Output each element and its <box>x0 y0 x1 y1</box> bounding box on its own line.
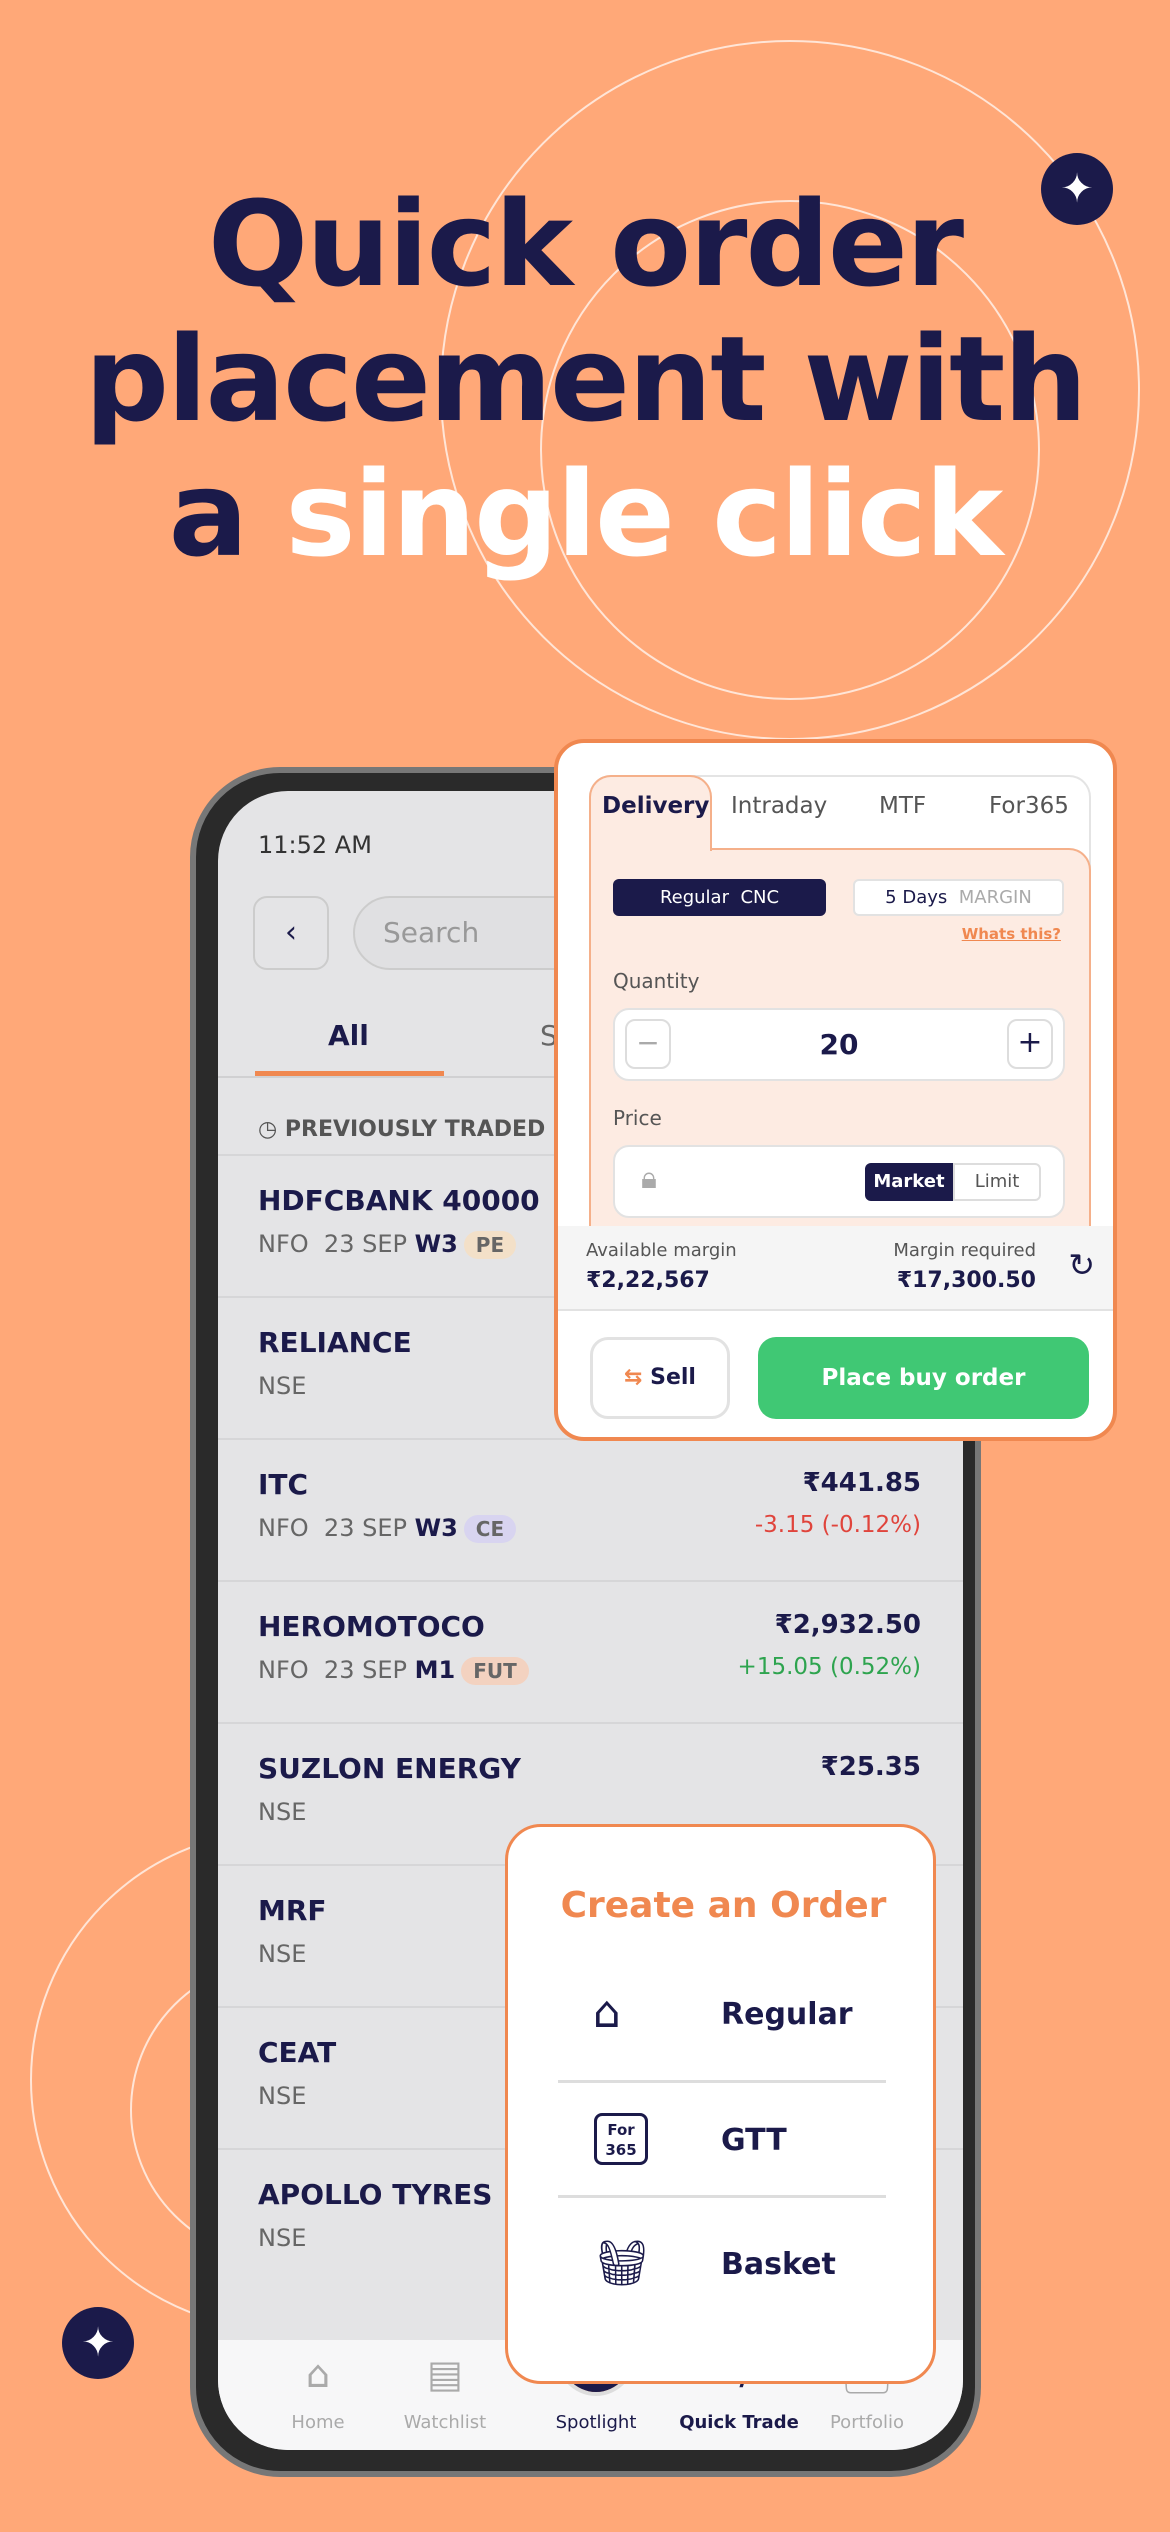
tab-mtf[interactable]: MTF <box>879 793 926 819</box>
whats-this-link[interactable]: Whats this? <box>962 925 1061 943</box>
create-order-title: Create an Order <box>560 1885 887 1926</box>
nav-watchlist[interactable]: Watchlist <box>404 2412 486 2433</box>
symbol: APOLLO TYRES <box>258 2178 493 2211</box>
refresh-icon[interactable]: ↻ <box>1068 1246 1095 1284</box>
symbol: HEROMOTOCO <box>258 1610 485 1643</box>
status-time: 11:52 AM <box>258 831 372 859</box>
symbol: HDFCBANK 40000 <box>258 1184 540 1217</box>
sell-button[interactable]: ⇆ Sell <box>590 1337 730 1419</box>
market-option[interactable]: Market <box>865 1163 953 1201</box>
create-order-sheet: Create an Order ⌂ Regular For 365 GTT 🧺︎… <box>505 1824 936 2384</box>
lock-icon: 🔒︎ <box>641 1161 657 1196</box>
price-change: +15.05 (0.52%) <box>737 1654 921 1680</box>
symbol: CEAT <box>258 2036 337 2069</box>
instrument-meta: NSE <box>258 2082 307 2110</box>
sparkle-icon: ✦ <box>62 2307 134 2379</box>
chevron-left-icon: ‹ <box>285 915 297 950</box>
divider <box>558 2195 886 2198</box>
tab-delivery[interactable]: Delivery <box>602 793 709 819</box>
instrument-meta: NSE <box>258 2224 307 2252</box>
increment-button[interactable]: + <box>1007 1019 1053 1069</box>
clock-icon: ◷ <box>258 1117 278 1142</box>
section-header: ◷ PREVIOUSLY TRADED <box>258 1117 546 1142</box>
margin-required-label: Margin required <box>893 1240 1036 1261</box>
create-regular[interactable]: ⌂ Regular <box>508 1987 939 2047</box>
nav-quick-trade[interactable]: Quick Trade <box>679 2412 799 2433</box>
swap-icon: ⇆ <box>624 1365 643 1390</box>
quantity-input[interactable]: 20 <box>615 1028 1063 1061</box>
margin-strip: Available margin ₹2,22,567 Margin requir… <box>558 1226 1113 1311</box>
order-card: Delivery Intraday MTF For365 Regular CNC… <box>554 739 1117 1441</box>
tab-for365[interactable]: For365 <box>989 793 1069 819</box>
five-days-margin-option[interactable]: 5 Days MARGIN <box>853 879 1064 916</box>
instrument-meta: NSE <box>258 1940 307 1968</box>
basket-icon: 🧺︎ <box>594 2238 650 2289</box>
create-basket[interactable]: 🧺︎ Basket <box>508 2237 939 2297</box>
watchlist-icon: ▤ <box>427 2352 463 2396</box>
instrument-tag: FUT <box>461 1657 529 1685</box>
regular-order-icon: ⌂ <box>593 1987 621 2038</box>
create-gtt[interactable]: For 365 GTT <box>508 2113 939 2173</box>
divider <box>558 2080 886 2083</box>
tab-all[interactable]: All <box>328 1019 369 1052</box>
symbol: MRF <box>258 1894 327 1927</box>
instrument-meta: NFO 23 SEP W3 PE <box>258 1230 517 1259</box>
list-item[interactable]: HEROMOTOCO NFO 23 SEP M1 FUT ₹2,932.50 +1… <box>218 1580 963 1722</box>
symbol: SUZLON ENERGY <box>258 1752 521 1785</box>
price-change: -3.15 (-0.12%) <box>754 1512 921 1538</box>
limit-option[interactable]: Limit <box>953 1163 1041 1201</box>
headline-line2: placement with <box>84 310 1088 448</box>
nav-home[interactable]: Home <box>291 2412 344 2433</box>
nav-spotlight[interactable]: Spotlight <box>556 2412 637 2433</box>
instrument-tag: PE <box>463 1231 517 1259</box>
price: ₹25.35 <box>820 1752 921 1782</box>
price-field: 🔒︎ Market Limit <box>613 1145 1065 1218</box>
price-label: Price <box>613 1106 662 1130</box>
headline-line1: Quick order <box>207 175 964 313</box>
quantity-stepper: − 20 + <box>613 1008 1065 1081</box>
instrument-tag: CE <box>463 1515 517 1543</box>
tab-intraday[interactable]: Intraday <box>731 793 827 819</box>
instrument-meta: NSE <box>258 1372 307 1400</box>
symbol: RELIANCE <box>258 1326 412 1359</box>
price: ₹2,932.50 <box>774 1610 921 1640</box>
nav-portfolio[interactable]: Portfolio <box>830 2412 904 2433</box>
price: ₹441.85 <box>802 1468 921 1498</box>
sparkle-icon: ✦ <box>1041 153 1113 225</box>
available-margin-label: Available margin <box>586 1240 737 1261</box>
place-buy-order-button[interactable]: Place buy order <box>758 1337 1089 1419</box>
available-margin-value: ₹2,22,567 <box>586 1268 710 1293</box>
symbol: ITC <box>258 1468 309 1501</box>
regular-cnc-option[interactable]: Regular CNC <box>613 879 826 916</box>
list-item[interactable]: ITC NFO 23 SEP W3 CE ₹441.85 -3.15 (-0.12… <box>218 1438 963 1580</box>
quantity-label: Quantity <box>613 969 700 993</box>
for365-calendar-icon: For 365 <box>594 2113 648 2165</box>
home-icon: ⌂ <box>305 2352 331 2396</box>
instrument-meta: NFO 23 SEP M1 FUT <box>258 1656 529 1685</box>
margin-required-value: ₹17,300.50 <box>896 1268 1036 1293</box>
headline-line3: a single click <box>168 445 1004 583</box>
instrument-meta: NSE <box>258 1798 307 1826</box>
instrument-meta: NFO 23 SEP W3 CE <box>258 1514 517 1543</box>
back-button[interactable]: ‹ <box>253 896 329 970</box>
